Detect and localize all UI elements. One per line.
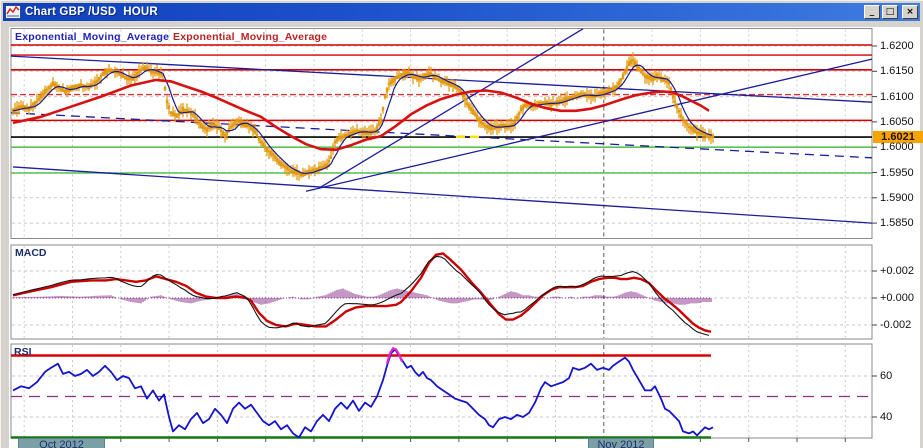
- chart-client-area: Exponential_Moving_Average Exponential_M…: [1, 1, 923, 448]
- app-window: Exponential_Moving_Average Exponential_M…: [0, 0, 923, 448]
- title-bar[interactable]: Chart GBP /USD HOUR _ □ ×: [3, 3, 920, 21]
- close-button[interactable]: ×: [902, 5, 918, 19]
- window-title: Chart GBP /USD HOUR: [25, 6, 158, 18]
- chart-app-icon: [5, 5, 21, 19]
- chart-canvas: [9, 27, 920, 448]
- minimize-button[interactable]: _: [864, 5, 880, 19]
- window-controls: _ □ ×: [864, 5, 918, 19]
- maximize-button[interactable]: □: [882, 5, 898, 19]
